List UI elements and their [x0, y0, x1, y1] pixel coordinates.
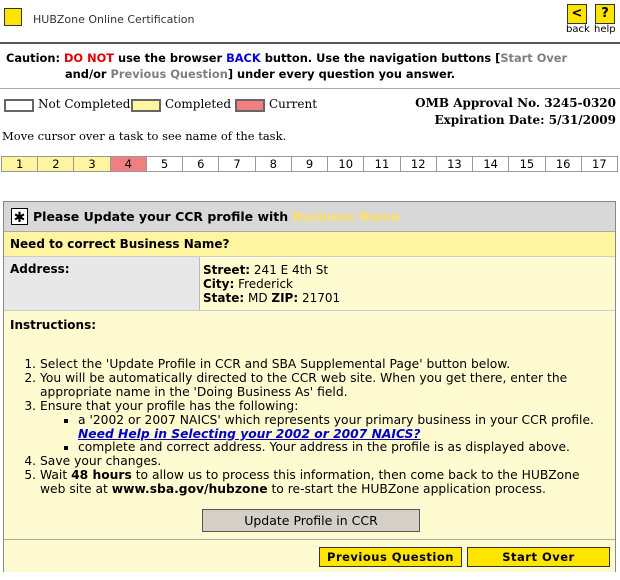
instruction-text: to re-start the HUBZone application proc…	[267, 482, 546, 497]
instruction-text: Wait	[40, 468, 72, 483]
task-cell-15[interactable]: 15	[509, 157, 546, 171]
back-link[interactable]: back	[566, 24, 590, 35]
zip-label: ZIP:	[271, 291, 299, 305]
instruction-step: Ensure that your profile has the followi…	[40, 398, 606, 456]
panel-footer: Previous Question Start Over	[4, 539, 615, 572]
task-cell-8[interactable]: 8	[255, 157, 292, 171]
caution-text: ] under every question you answer.	[227, 67, 456, 81]
instruction-emphasis: 48 hours	[71, 468, 132, 483]
task-cell-13[interactable]: 13	[436, 157, 474, 171]
task-cell-10[interactable]: 10	[328, 157, 365, 171]
legend-completed-label: Completed	[165, 97, 232, 111]
task-cell-12[interactable]: 12	[400, 157, 437, 171]
legend-current-swatch	[235, 99, 265, 112]
instructions-list: Select the 'Update Profile in CCR and SB…	[26, 357, 606, 497]
update-profile-button[interactable]: Update Profile in CCR	[202, 509, 420, 532]
task-cell-17[interactable]: 17	[581, 157, 617, 171]
instructions-label: Instructions:	[10, 318, 97, 332]
zip-value: 21701	[298, 291, 341, 305]
instruction-step: Save your changes.	[40, 454, 606, 469]
task-cell-11[interactable]: 11	[364, 157, 401, 171]
address-label-cell: Address:	[4, 257, 200, 311]
caution-back: BACK	[226, 51, 261, 65]
caution-previous-question: Previous Question	[110, 67, 228, 81]
app-title: HUBZone Online Certification	[33, 13, 195, 26]
state-label: State:	[203, 291, 245, 305]
caution-do-not: DO NOT	[63, 51, 115, 65]
logo-square	[4, 8, 22, 26]
task-cell-2[interactable]: 2	[38, 157, 75, 171]
task-hint: Move cursor over a task to see name of t…	[2, 129, 287, 143]
caution-text: button. Use the navigation buttons [	[260, 51, 501, 65]
omb-approval: OMB Approval No. 3245-0320	[415, 96, 616, 110]
state-value: MD	[244, 291, 272, 305]
task-progress-bar: 1 2 3 4 5 6 7 8 9 10 11 12 13 14 15 16 17	[1, 156, 618, 172]
instruction-step: You will be automatically directed to th…	[40, 371, 606, 400]
legend-current-label: Current	[269, 97, 318, 111]
panel-title-text: Please Update your CCR profile with	[33, 209, 293, 224]
task-cell-1[interactable]: 1	[2, 157, 39, 171]
legend-not-completed-label: Not Completed	[38, 97, 131, 111]
help-icon[interactable]: ?	[595, 4, 615, 24]
business-name-highlight: Business Name	[292, 209, 400, 224]
instruction-substep: a '2002 or 2007 NAICS' which represents …	[78, 412, 606, 442]
street-line: Street: 241 E 4th St	[203, 263, 328, 277]
address-label: Address:	[10, 262, 70, 276]
city-label: City:	[203, 277, 235, 291]
instruction-text: a '2002 or 2007 NAICS' which represents …	[78, 412, 594, 427]
legend-completed-swatch	[131, 99, 161, 112]
task-cell-9[interactable]: 9	[291, 157, 329, 171]
hubzone-url: www.sba.gov/hubzone	[111, 482, 268, 497]
previous-question-button[interactable]: Previous Question	[319, 547, 462, 567]
street-label: Street:	[203, 263, 251, 277]
street-value: 241 E 4th St	[250, 263, 329, 277]
asterisk-icon: ✱	[11, 208, 28, 226]
task-cell-4[interactable]: 4	[110, 157, 147, 171]
ccr-update-panel: ✱ Please Update your CCR profile with Bu…	[3, 201, 616, 572]
caution-start-over: Start Over	[500, 51, 568, 65]
instruction-text: Ensure that your profile has the followi…	[40, 398, 299, 413]
city-line: City: Frederick	[203, 277, 293, 291]
panel-header: ✱ Please Update your CCR profile with Bu…	[4, 202, 615, 232]
task-cell-6[interactable]: 6	[183, 157, 220, 171]
start-over-button[interactable]: Start Over	[467, 547, 610, 567]
caution-text: and/or	[65, 67, 111, 81]
caution-text: use the browser	[114, 51, 227, 65]
naics-help-link[interactable]: Need Help in Selecting your 2002 or 2007…	[78, 427, 421, 441]
instruction-step: Wait 48 hours to allow us to process thi…	[40, 468, 606, 497]
panel-title: Please Update your CCR profile with Busi…	[33, 209, 400, 224]
omb-expiration: Expiration Date: 5/31/2009	[434, 113, 616, 127]
correct-question: Need to correct Business Name?	[10, 237, 230, 251]
caution-message: Caution: DO NOT use the browser BACK but…	[6, 50, 616, 82]
task-cell-3[interactable]: 3	[74, 157, 111, 171]
legend-not-completed-swatch	[4, 99, 34, 112]
task-cell-16[interactable]: 16	[545, 157, 582, 171]
caution-divider	[0, 88, 620, 89]
task-cell-14[interactable]: 14	[473, 157, 510, 171]
back-icon[interactable]: <	[567, 4, 587, 24]
instruction-substep: complete and correct address. Your addre…	[78, 441, 606, 455]
instruction-step: Select the 'Update Profile in CCR and SB…	[40, 357, 606, 372]
task-cell-7[interactable]: 7	[219, 157, 256, 171]
help-link[interactable]: help	[594, 24, 616, 35]
correct-question-row: Need to correct Business Name?	[4, 232, 615, 257]
caution-prefix: Caution:	[6, 51, 60, 65]
header-divider	[0, 42, 620, 44]
task-cell-5[interactable]: 5	[146, 157, 184, 171]
city-value: Frederick	[234, 277, 293, 291]
state-line: State: MD ZIP: 21701	[203, 291, 340, 305]
address-value-cell: Street: 241 E 4th St City: Frederick Sta…	[200, 257, 615, 311]
